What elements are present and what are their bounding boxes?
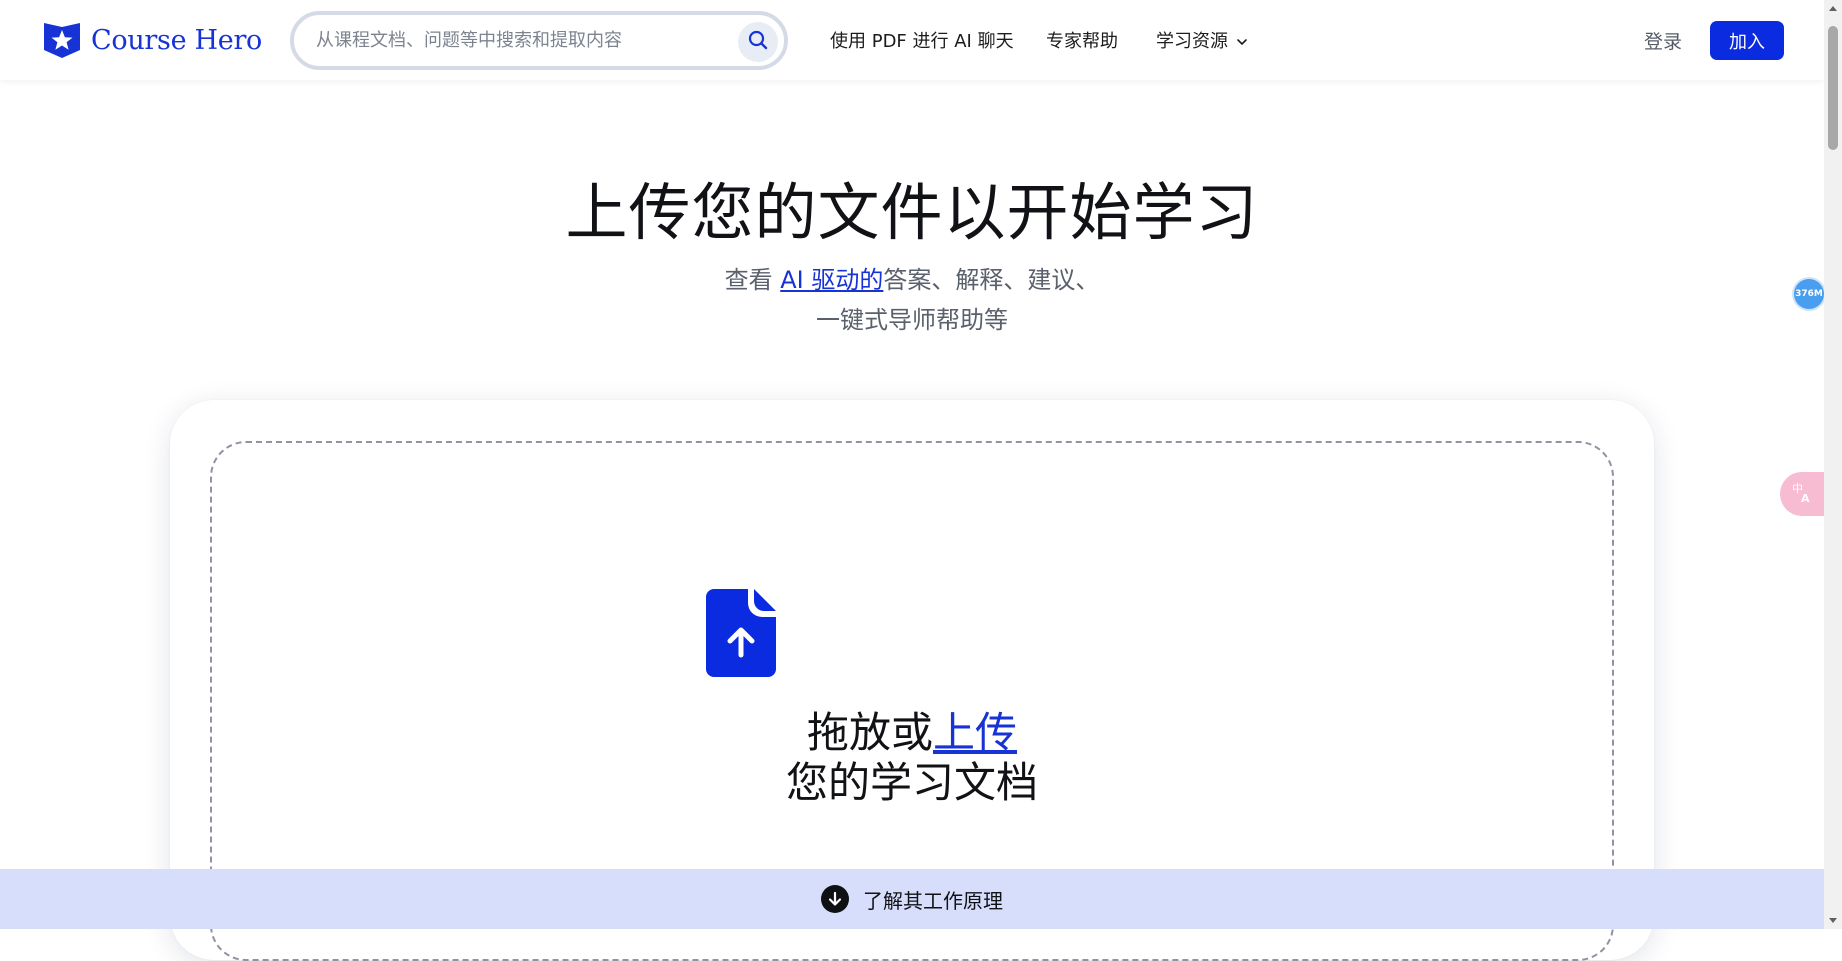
translate-button[interactable]: 中 A: [1780, 472, 1824, 516]
chevron-down-icon: [1236, 32, 1248, 53]
hero-subtitle: 查看 AI 驱动的答案、解释、建议、 一键式导师帮助等: [0, 260, 1824, 340]
translate-icon: 中 A: [1790, 480, 1814, 508]
scrollbar-thumb[interactable]: [1828, 26, 1838, 150]
login-link[interactable]: 登录: [1644, 27, 1682, 54]
star-shield-icon: [42, 20, 82, 60]
page-title: 上传您的文件以开始学习: [565, 176, 1259, 249]
search-icon: [747, 29, 769, 55]
ai-powered-link[interactable]: AI 驱动的: [780, 266, 883, 294]
search-input[interactable]: [314, 29, 714, 52]
how-it-works-banner[interactable]: 了解其工作原理: [0, 869, 1824, 929]
upload-link[interactable]: 上传: [933, 708, 1017, 757]
subtitle-suffix: 答案、解释、建议、: [883, 266, 1100, 294]
logo-text: Course Hero: [91, 24, 263, 56]
upload-instructions-line-2: 您的学习文档: [785, 758, 1038, 807]
memory-usage-badge[interactable]: 376M: [1794, 279, 1824, 309]
file-upload-icon[interactable]: [706, 589, 776, 677]
search-bar: [290, 11, 788, 70]
subtitle-prefix: 查看: [724, 266, 781, 294]
upload-instructions-line-1: 拖放或上传: [0, 708, 1824, 758]
nav-study-resources-label: 学习资源: [1156, 31, 1228, 52]
hero-subtitle-line-1: 查看 AI 驱动的答案、解释、建议、: [0, 260, 1824, 300]
nav-study-resources[interactable]: 学习资源: [1156, 27, 1248, 53]
nav-ai-chat-pdf[interactable]: 使用 PDF 进行 AI 聊天: [830, 27, 1014, 53]
how-it-works-label: 了解其工作原理: [863, 888, 1003, 913]
scroll-up-arrow[interactable]: [1824, 0, 1842, 16]
vertical-scrollbar[interactable]: [1824, 0, 1842, 929]
hero-subtitle-line-2: 一键式导师帮助等: [816, 306, 1008, 334]
search-button[interactable]: [738, 22, 778, 62]
top-navbar: Course Hero 使用 PDF 进行 AI 聊天 专家帮助 学习资源 登录…: [0, 0, 1824, 80]
nav-expert-help[interactable]: 专家帮助: [1046, 27, 1118, 53]
drag-drop-text: 拖放或: [806, 708, 933, 757]
course-hero-logo[interactable]: Course Hero: [42, 20, 262, 60]
upload-instructions: 拖放或上传 您的学习文档: [0, 708, 1824, 808]
arrow-down-circle-icon: [821, 885, 849, 913]
scroll-down-arrow[interactable]: [1824, 913, 1842, 929]
svg-text:A: A: [1801, 492, 1810, 504]
join-button[interactable]: 加入: [1710, 21, 1784, 60]
